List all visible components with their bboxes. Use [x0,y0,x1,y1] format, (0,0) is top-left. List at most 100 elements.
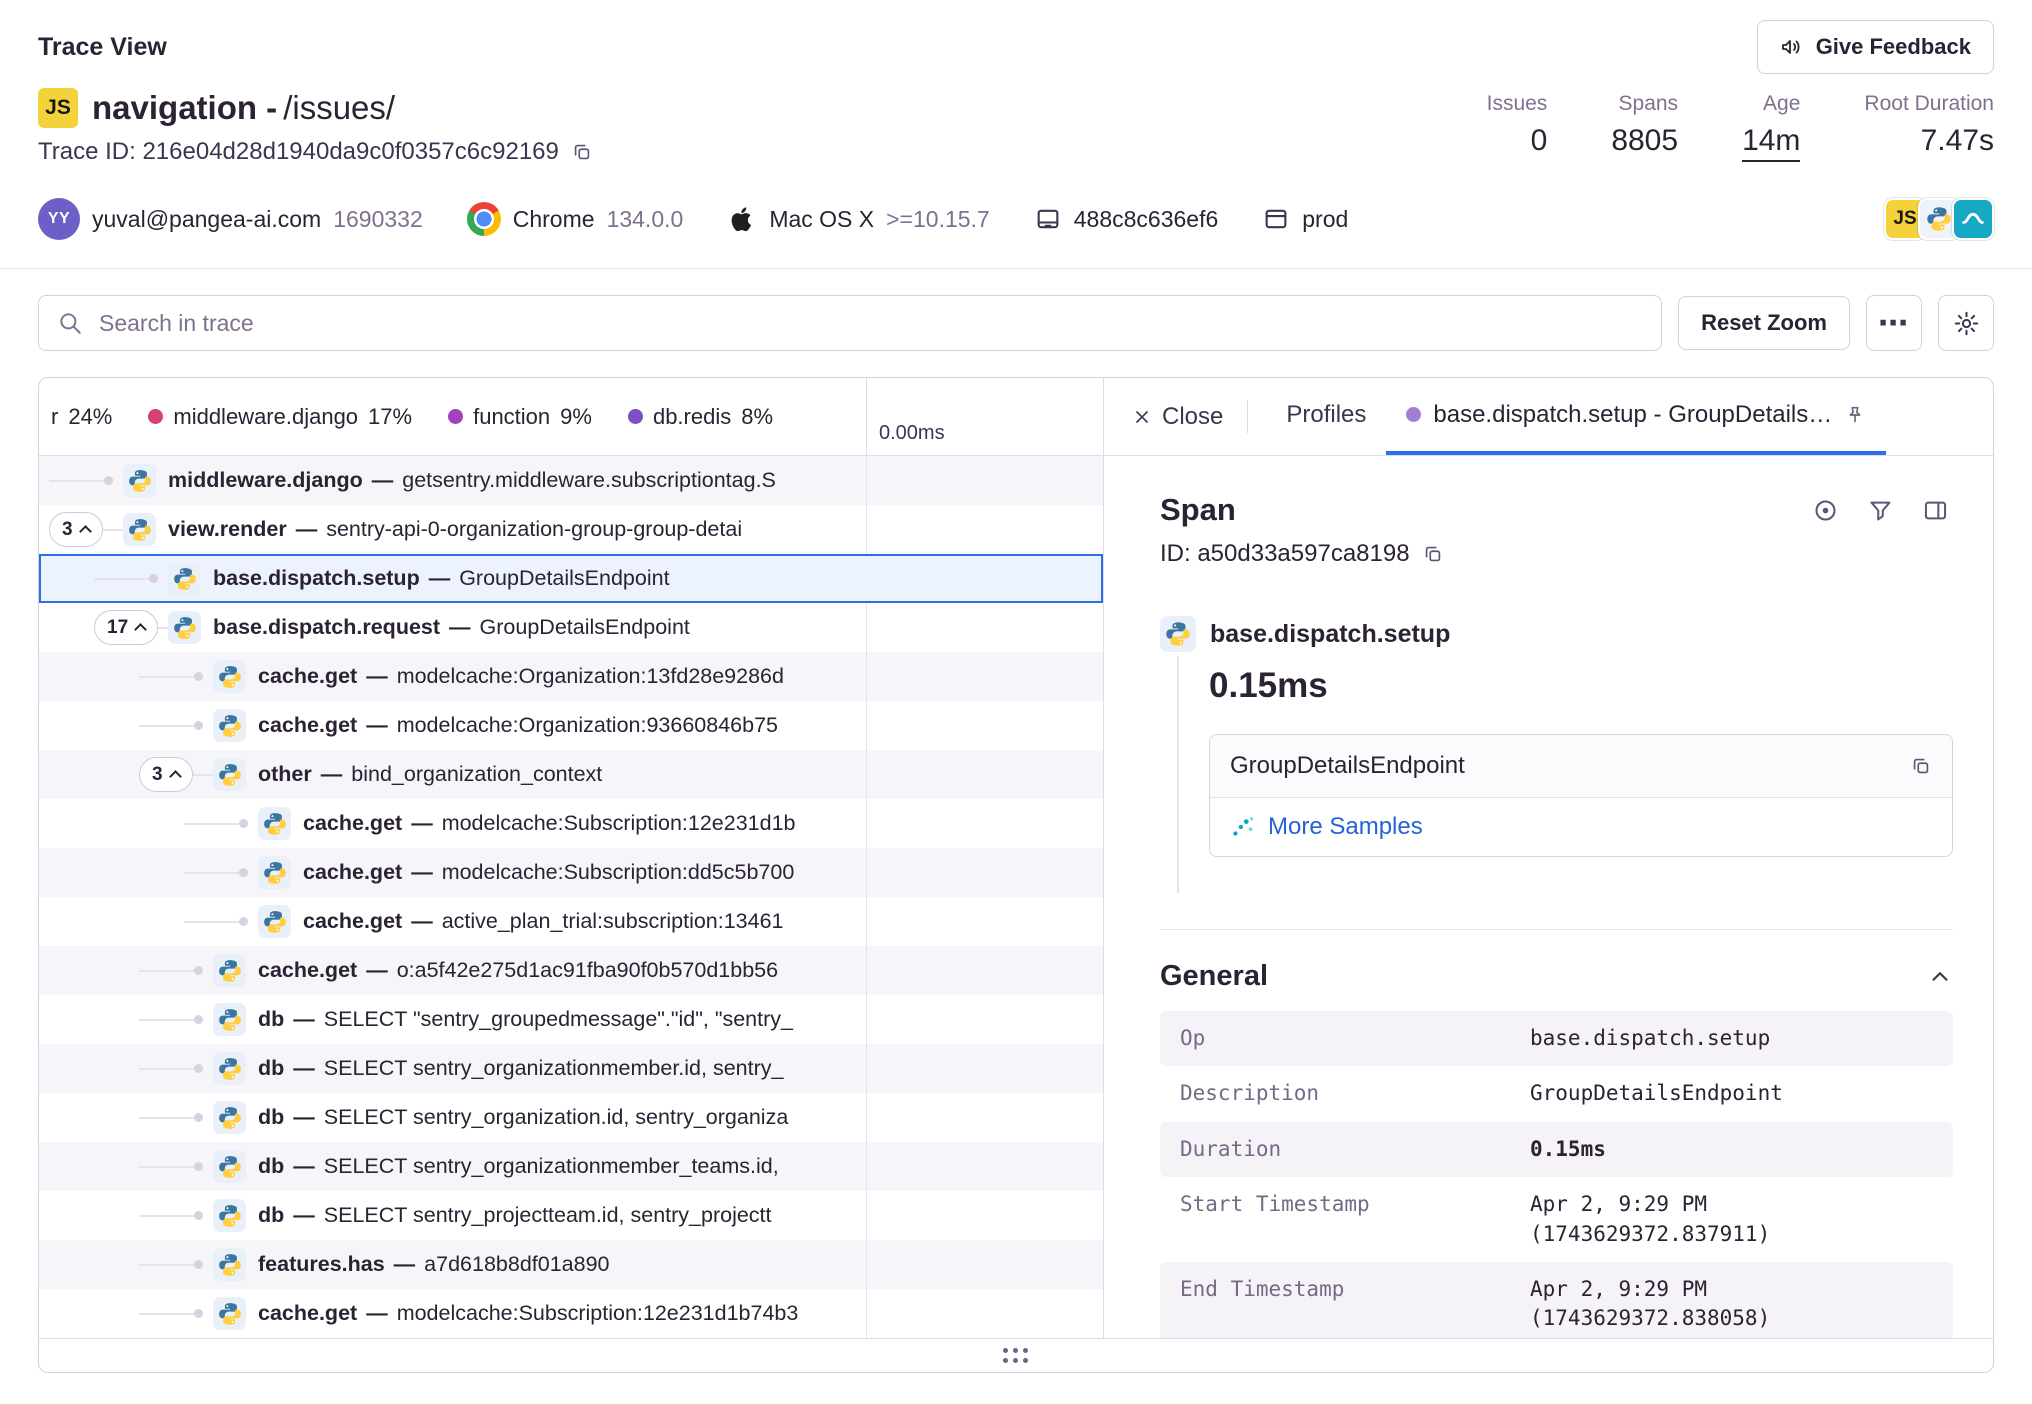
stat-label: Age [1763,92,1800,116]
reset-zoom-button[interactable]: Reset Zoom [1678,296,1850,350]
legend: r 24% middleware.django 17% function 9% … [39,378,866,455]
tree-row[interactable]: db — SELECT sentry_organizationmember_te… [39,1142,1103,1191]
span-heading: Span [1160,492,1236,528]
tree-row[interactable]: cache.get — modelcache:Subscription:12e2… [39,799,1103,848]
copy-trace-id-button[interactable] [571,141,593,163]
focus-span-button[interactable] [1812,497,1839,524]
stat-value: 0 [1531,124,1548,158]
tree-row[interactable]: cache.get — modelcache:Subscription:12e2… [39,1289,1103,1338]
span-op: cache.get [258,664,357,689]
chevron-up-icon [169,770,182,783]
python-icon [213,758,246,791]
tree-row[interactable]: cache.get — modelcache:Organization:9366… [39,701,1103,750]
tree-row[interactable]: features.has — a7d618b8df01a890 [39,1240,1103,1289]
tree-row[interactable]: db — SELECT sentry_organizationmember.id… [39,1044,1103,1093]
connector-line [139,1313,194,1315]
span-op: db [258,1203,284,1228]
settings-button[interactable] [1938,295,1994,351]
panel-resize-bar[interactable] [39,1338,1993,1372]
trace-id: Trace ID: 216e04d28d1940da9c0f0357c6c921… [38,138,559,166]
tree-row[interactable]: cache.get — active_plan_trial:subscripti… [39,897,1103,946]
legend-percentage: 24% [68,404,112,430]
tree-row[interactable]: db — SELECT "sentry_groupedmessage"."id"… [39,995,1103,1044]
toggle-panel-button[interactable] [1922,497,1949,524]
tree-row[interactable]: base.dispatch.setup — GroupDetailsEndpoi… [39,554,1103,603]
stat-value: 7.47s [1921,124,1994,158]
span-category-dot [1406,407,1421,422]
connector-line [139,970,194,972]
connector-dot [194,672,203,681]
span-op: middleware.django [168,468,363,493]
copy-sample-button[interactable] [1910,755,1932,777]
general-heading: General [1160,960,1268,993]
python-icon [1160,616,1196,652]
connector-line [139,1019,194,1021]
user-email: yuval@pangea-ai.com [92,206,321,233]
kv-value: base.dispatch.setup [1530,1024,1933,1053]
tree-row[interactable]: cache.get — modelcache:Organization:13fd… [39,652,1103,701]
trace-stat: Age 14m [1742,92,1800,162]
more-options-button[interactable]: ⋯ [1866,295,1922,351]
pin-icon[interactable] [1844,404,1866,426]
legend-item: db.redis 8% [628,404,773,430]
python-icon [213,1101,246,1134]
python-icon [123,464,156,497]
tree-row[interactable]: middleware.django — getsentry.middleware… [39,456,1103,505]
legend-label: middleware.django [173,404,358,430]
op-description-separator: — [366,958,388,983]
tree-row[interactable]: 17 base.dispatch.request — GroupDetailsE… [39,603,1103,652]
connector-line [139,1166,194,1168]
legend-dot [448,409,463,424]
general-table-row: Description GroupDetailsEndpoint [1160,1066,1953,1121]
collapse-general-button[interactable] [1927,964,1953,990]
give-feedback-button[interactable]: Give Feedback [1757,20,1994,74]
tree-row[interactable]: 3 other — bind_organization_context [39,750,1103,799]
drag-handle-icon[interactable] [1003,1348,1029,1364]
tree-row[interactable]: db — SELECT sentry_organization.id, sent… [39,1093,1103,1142]
tree-row[interactable]: cache.get — modelcache:Subscription:dd5c… [39,848,1103,897]
collapse-count-badge[interactable]: 3 [139,757,193,792]
os-version: >=10.15.7 [886,206,990,233]
span-description: modelcache:Subscription:dd5c5b700 [442,860,795,885]
search-input[interactable] [97,309,1643,338]
stat-label: Root Duration [1864,92,1994,116]
python-icon [168,562,201,595]
tree-row[interactable]: 3 view.render — sentry-api-0-organizatio… [39,505,1103,554]
connector-line [94,578,149,580]
trace-title-block: JS navigation -/issues/ Trace ID: 216e04… [38,88,593,166]
span-op: base.dispatch.setup [213,566,420,591]
tree-row[interactable]: cache.get — o:a5f42e275d1ac91fba90f0b570… [39,946,1103,995]
general-table-row: Duration 0.15ms [1160,1122,1953,1177]
close-detail-button[interactable]: Close [1126,378,1229,455]
span-op: base.dispatch.request [213,615,440,640]
browser-version: 134.0.0 [607,206,684,233]
connector-dot [239,917,248,926]
filter-span-button[interactable] [1867,497,1894,524]
op-description-separator: — [372,468,394,493]
os-name: Mac OS X [769,206,874,233]
connector-dot [194,966,203,975]
op-description-separator: — [293,1154,315,1179]
python-icon [258,856,291,889]
legend-label: r [51,404,58,430]
browser-name: Chrome [513,206,595,233]
tree-row-gutter: 3 [49,512,123,547]
copy-span-id-button[interactable] [1422,543,1444,565]
sidebar-icon [1922,497,1949,524]
general-table: Op base.dispatch.setup Description Group… [1160,1011,1953,1338]
general-table-row: End Timestamp Apr 2, 9:29 PM (1743629372… [1160,1262,1953,1338]
tab-profiles[interactable]: Profiles [1266,378,1386,455]
span-description: o:a5f42e275d1ac91fba90f0b570d1bb56 [397,958,778,983]
collapse-count-badge[interactable]: 3 [49,512,103,547]
stat-value: 8805 [1611,124,1678,158]
python-icon [213,1052,246,1085]
more-samples-link[interactable]: More Samples [1268,813,1423,841]
collapse-count-badge[interactable]: 17 [94,610,158,645]
tree-row-gutter [139,721,213,730]
op-description-separator: — [366,664,388,689]
stat-value: 14m [1742,124,1800,162]
tree-row[interactable]: db — SELECT sentry_projectteam.id, sentr… [39,1191,1103,1240]
environment-icon [1262,205,1290,233]
detail-span-op: base.dispatch.setup [1210,620,1450,649]
tab-span-details[interactable]: base.dispatch.setup - GroupDetails… [1386,378,1886,455]
